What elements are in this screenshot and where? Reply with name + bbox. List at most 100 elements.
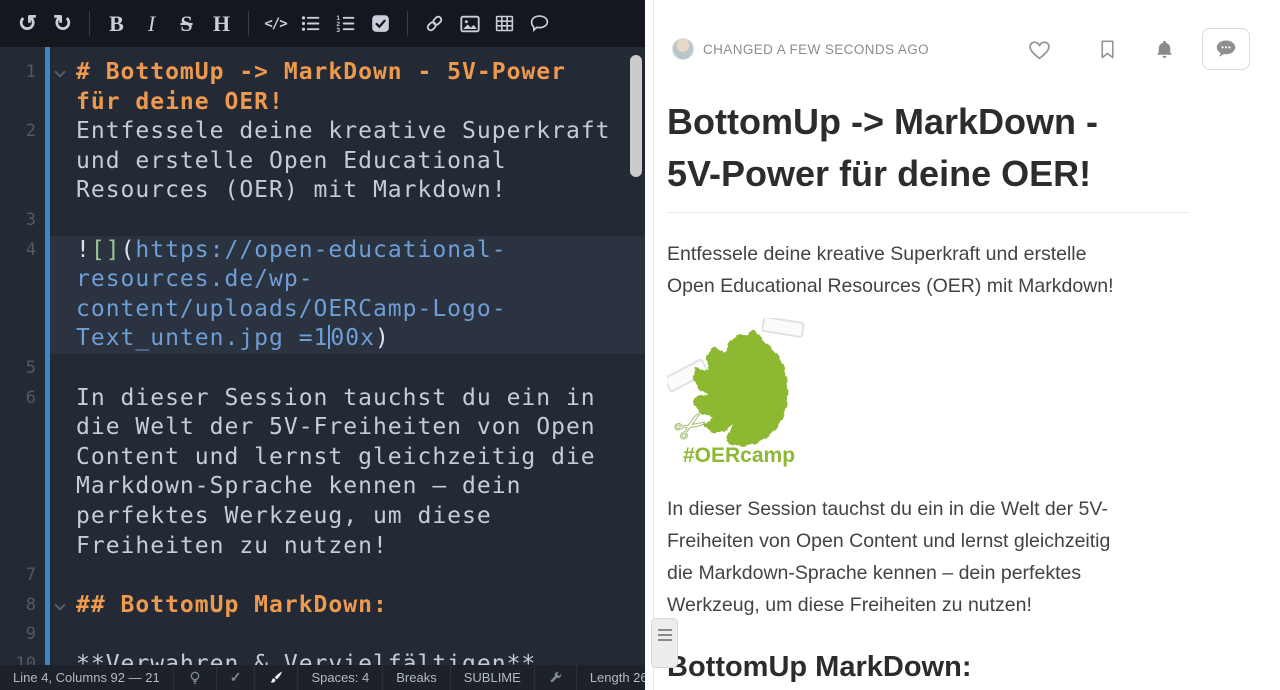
fold-chevron-icon[interactable] bbox=[54, 66, 66, 78]
author-color-bar bbox=[45, 47, 50, 665]
editor-line[interactable]: 3 bbox=[0, 206, 645, 236]
editor-line[interactable]: resources.de/wp- bbox=[0, 265, 645, 295]
editor-line[interactable]: Text_unten.jpg =100x) bbox=[0, 324, 645, 354]
like-button[interactable] bbox=[1027, 37, 1052, 62]
line-number: 2 bbox=[25, 121, 36, 142]
editor-line[interactable]: perfektes Werkzeug, um diese bbox=[0, 502, 645, 532]
bell-icon bbox=[1157, 40, 1172, 58]
code-text: und erstelle Open Educational bbox=[76, 147, 507, 174]
code-editor[interactable]: 1 # BottomUp -> MarkDown - 5V-Power für de… bbox=[0, 47, 645, 665]
preview-header: CHANGED A FEW SECONDS AGO bbox=[645, 0, 1280, 72]
preview-pane: CHANGED A FEW SECONDS AGO BottomUp -> Ma… bbox=[645, 0, 1280, 690]
code-button[interactable]: </> bbox=[258, 6, 293, 42]
note-section-heading: BottomUp MarkDown: bbox=[667, 651, 972, 683]
redo-button[interactable]: ↻ bbox=[45, 6, 80, 42]
comment-icon bbox=[529, 13, 550, 34]
heading-icon: H bbox=[212, 10, 231, 36]
lightbulb-icon[interactable] bbox=[174, 665, 217, 690]
image-button[interactable] bbox=[452, 6, 487, 42]
line-number: 8 bbox=[25, 594, 36, 615]
checkbox-icon bbox=[370, 13, 391, 34]
split-divider-handle[interactable] bbox=[651, 618, 678, 668]
line-number: 3 bbox=[25, 209, 36, 230]
editor-lines: 1 # BottomUp -> MarkDown - 5V-Power für de… bbox=[0, 47, 645, 665]
line-number: 6 bbox=[25, 387, 36, 408]
editor-line[interactable]: 4 ![](https://open-educational- bbox=[0, 235, 645, 266]
cursor-position[interactable]: Line 4, Columns 92 — 21 bbox=[0, 665, 174, 690]
length-indicator[interactable]: Length 2644 bbox=[577, 665, 645, 690]
editor-line[interactable]: 1 # BottomUp -> MarkDown - 5V-Power bbox=[0, 58, 645, 88]
editor-line[interactable]: 2 Entfessele deine kreative Superkraft bbox=[0, 117, 645, 147]
check-icon[interactable]: ✓ bbox=[217, 665, 256, 690]
editor-line[interactable]: Markdown-Sprache kennen – dein bbox=[0, 472, 645, 502]
code-text: ![](https://open-educational- bbox=[76, 236, 507, 263]
editor-line[interactable]: 5 bbox=[0, 354, 645, 384]
code-text: content/uploads/OERCamp-Logo- bbox=[76, 295, 507, 322]
toolbar-separator bbox=[248, 11, 249, 36]
editor-line[interactable]: 10 **Verwahren & Vervielfältigen** bbox=[0, 650, 645, 665]
strikethrough-icon: S bbox=[180, 10, 193, 36]
editor-line[interactable]: content/uploads/OERCamp-Logo- bbox=[0, 294, 645, 325]
line-number: 1 bbox=[25, 62, 36, 82]
spaces-setting[interactable]: Spaces: 4 bbox=[298, 665, 384, 690]
link-button[interactable] bbox=[417, 6, 452, 42]
wrench-icon[interactable] bbox=[535, 665, 577, 690]
preview-page-edge bbox=[653, 0, 654, 690]
line-number: 7 bbox=[25, 565, 36, 586]
code-text: resources.de/wp- bbox=[76, 266, 314, 293]
wrench-icon bbox=[548, 670, 563, 685]
notifications-button[interactable] bbox=[1153, 38, 1176, 61]
italic-button[interactable]: I bbox=[134, 6, 169, 42]
editor-line[interactable]: für deine OER! bbox=[0, 88, 645, 118]
comment-bubble-icon bbox=[1216, 40, 1236, 57]
undo-icon: ↺ bbox=[17, 10, 38, 36]
code-text: Content und lernst gleichzeitig die bbox=[76, 443, 596, 470]
code-text: Markdown-Sprache kennen – dein bbox=[76, 473, 522, 500]
unordered-list-button[interactable] bbox=[293, 6, 328, 42]
undo-button[interactable]: ↺ bbox=[10, 6, 45, 42]
redo-icon: ↻ bbox=[52, 10, 73, 36]
svg-text:3: 3 bbox=[336, 27, 340, 34]
editor-line[interactable]: 7 bbox=[0, 561, 645, 591]
check-icon: ✓ bbox=[229, 669, 242, 685]
code-text: **Verwahren & Vervielfältigen** bbox=[76, 650, 537, 665]
keymap-setting[interactable]: SUBLIME bbox=[451, 665, 535, 690]
editor-line[interactable]: 6 In dieser Session tauchst du ein in bbox=[0, 384, 645, 414]
linebreaks-setting[interactable]: Breaks bbox=[383, 665, 451, 690]
bold-button[interactable]: B bbox=[99, 6, 134, 42]
ordered-list-icon: 123 bbox=[335, 13, 356, 34]
author-avatar[interactable] bbox=[672, 38, 694, 60]
code-text: ## BottomUp MarkDown: bbox=[76, 591, 388, 618]
ordered-list-button[interactable]: 123 bbox=[328, 6, 363, 42]
strikethrough-button[interactable]: S bbox=[169, 6, 204, 42]
comments-button[interactable] bbox=[1202, 28, 1250, 70]
comment-button[interactable] bbox=[522, 6, 557, 42]
editor-line[interactable]: Freiheiten zu nutzen! bbox=[0, 532, 645, 562]
editor-line[interactable]: 9 bbox=[0, 620, 645, 650]
editor-line[interactable]: Resources (OER) mit Markdown! bbox=[0, 176, 645, 206]
fold-chevron-icon[interactable] bbox=[54, 599, 66, 611]
tape-piece bbox=[761, 318, 805, 338]
bookmark-button[interactable] bbox=[1096, 38, 1119, 61]
markdown-editor-app: ↺ ↻ B I S H </> 1 2 3 1 # BottomUp -> MarkDown - 5… bbox=[0, 0, 1280, 690]
editor-scrollbar[interactable] bbox=[630, 55, 642, 177]
editor-line[interactable]: Content und lernst gleichzeitig die bbox=[0, 443, 645, 473]
line-number: 4 bbox=[25, 239, 36, 260]
last-changed-label: CHANGED A FEW SECONDS AGO bbox=[703, 41, 930, 57]
brush-icon[interactable] bbox=[255, 665, 299, 690]
code-text: Entfessele deine kreative Superkraft bbox=[76, 118, 611, 145]
toolbar-separator bbox=[89, 11, 90, 36]
checkbox-button[interactable] bbox=[363, 6, 398, 42]
code-text: Text_unten.jpg =100x) bbox=[76, 324, 390, 352]
logo-caption: #OERcamp bbox=[683, 444, 795, 467]
text-cursor bbox=[328, 324, 331, 349]
table-button[interactable] bbox=[487, 6, 522, 42]
editor-line[interactable]: die Welt der 5V-Freiheiten von Open bbox=[0, 413, 645, 443]
italic-icon: I bbox=[147, 10, 156, 36]
editor-line[interactable]: und erstelle Open Educational bbox=[0, 147, 645, 177]
formatting-toolbar: ↺ ↻ B I S H </> 1 2 3 bbox=[0, 0, 645, 47]
bold-icon: B bbox=[109, 10, 124, 36]
editor-line[interactable]: 8 ## BottomUp MarkDown: bbox=[0, 591, 645, 621]
heading-button[interactable]: H bbox=[204, 6, 239, 42]
image-icon bbox=[459, 13, 481, 35]
